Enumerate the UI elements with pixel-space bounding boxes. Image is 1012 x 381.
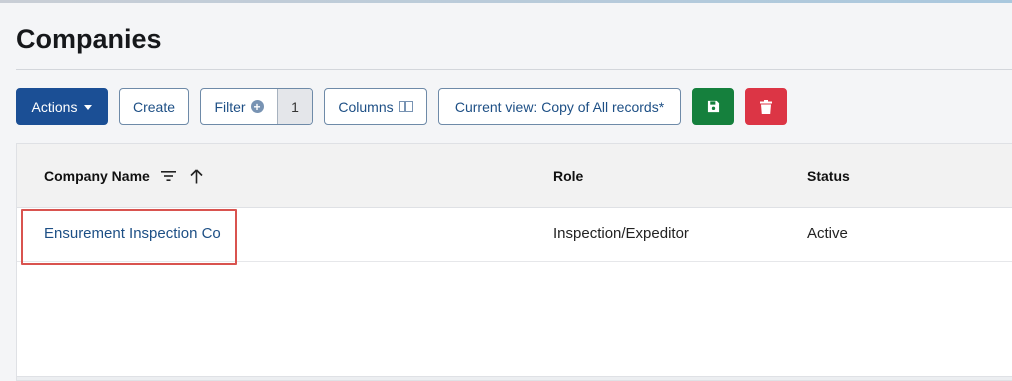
column-header-label: Company Name: [44, 168, 150, 184]
columns-icon: [398, 101, 413, 112]
page-title: Companies: [16, 24, 162, 54]
filter-button[interactable]: Filter +: [201, 89, 278, 124]
filter-button-group: Filter + 1: [200, 88, 313, 125]
save-view-button[interactable]: [692, 88, 734, 125]
column-header-role[interactable]: Role: [553, 168, 583, 184]
filter-button-label: Filter: [214, 98, 246, 115]
table-footer-edge: [17, 376, 1012, 380]
filter-lines-icon[interactable]: [160, 170, 176, 182]
column-header-label: Role: [553, 168, 584, 184]
actions-button-label: Actions: [31, 98, 78, 115]
current-view-button[interactable]: Current view: Copy of All records*: [438, 88, 681, 125]
save-icon: [707, 100, 719, 113]
columns-button[interactable]: Columns: [324, 88, 427, 125]
caret-down-icon: [84, 105, 93, 110]
role-cell: Inspection/Expeditor: [553, 225, 689, 242]
filter-count-value: 1: [291, 98, 299, 115]
companies-table: Company Name Role Status Ensurement Insp…: [16, 143, 1012, 381]
title-divider: [16, 69, 1012, 70]
column-header-company-name[interactable]: Company Name: [44, 168, 203, 184]
delete-view-button[interactable]: [745, 88, 787, 125]
trash-icon: [760, 99, 772, 114]
company-name-link[interactable]: Ensurement Inspection Co: [44, 225, 221, 242]
plus-circle-icon: +: [250, 100, 264, 113]
create-button-label: Create: [132, 98, 176, 115]
column-header-status[interactable]: Status: [807, 168, 850, 184]
arrow-up-icon[interactable]: [190, 168, 203, 184]
column-header-label: Status: [807, 168, 850, 184]
table-header: Company Name Role Status: [17, 144, 1012, 208]
create-button[interactable]: Create: [119, 88, 189, 125]
filter-count-badge[interactable]: 1: [278, 89, 312, 124]
status-cell: Active: [807, 225, 848, 242]
current-view-label: Current view: Copy of All records*: [454, 98, 665, 115]
actions-button[interactable]: Actions: [16, 88, 108, 125]
table-row[interactable]: Ensurement Inspection Co Inspection/Expe…: [17, 208, 1012, 265]
columns-button-label: Columns: [338, 98, 394, 115]
top-accent-line: [0, 0, 1012, 3]
